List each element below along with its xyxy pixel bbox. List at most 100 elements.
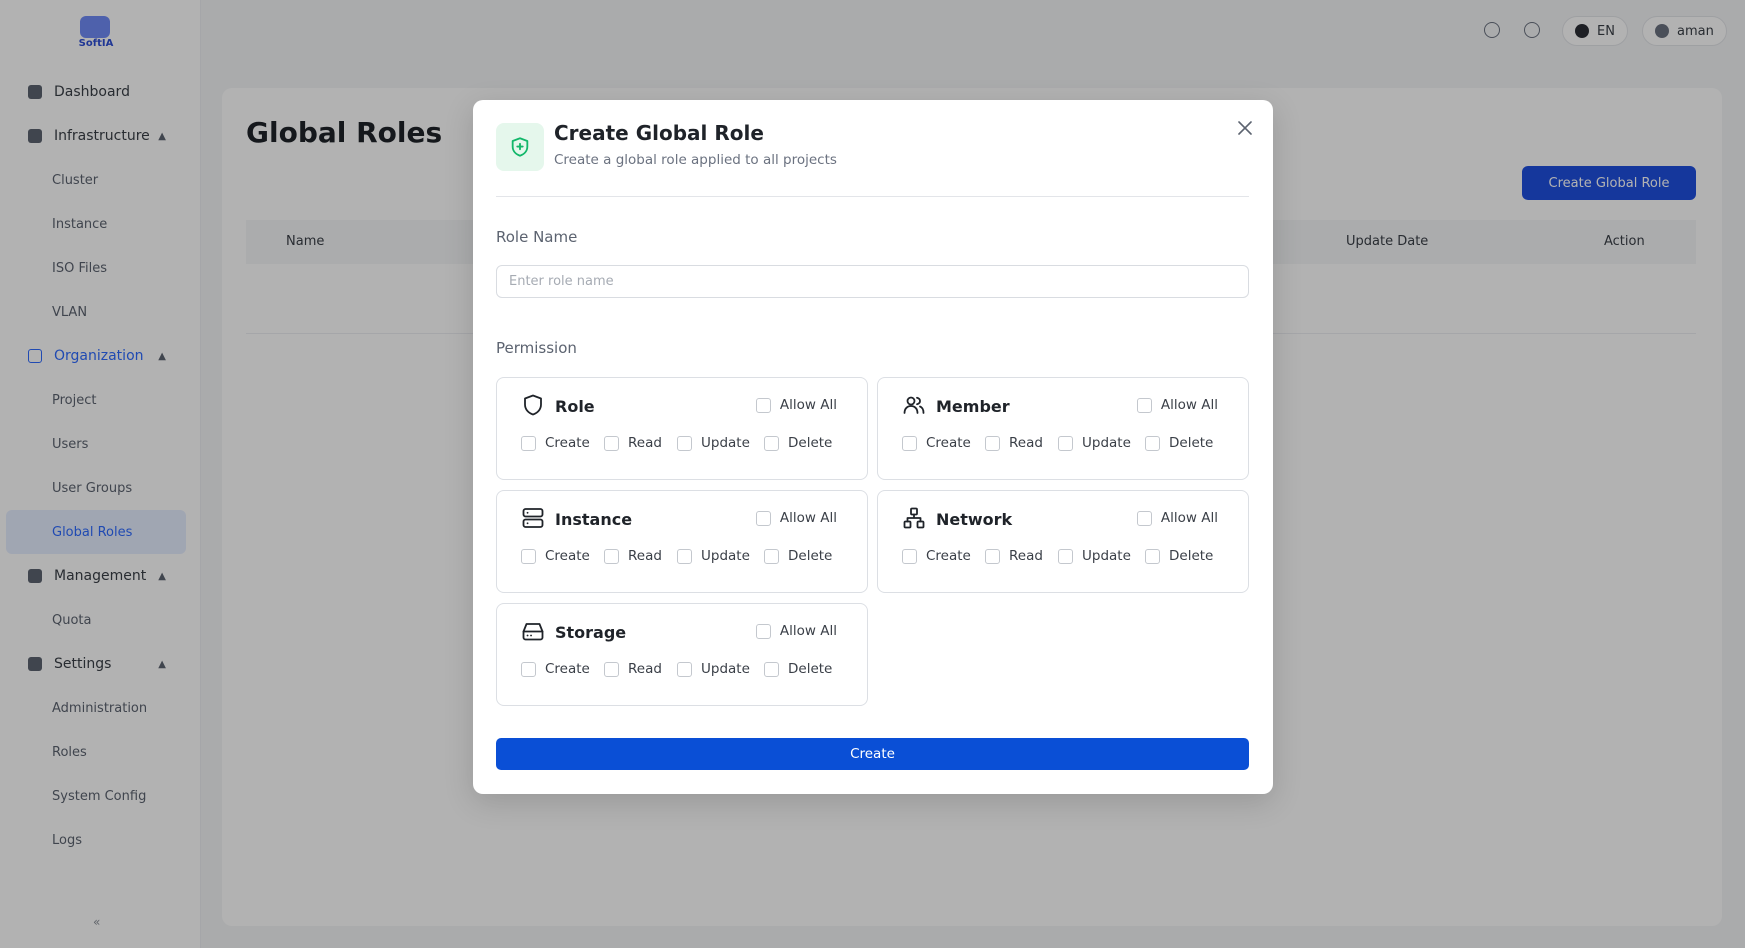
- read-checkbox[interactable]: [604, 435, 619, 451]
- allow-all-option[interactable]: Allow All: [755, 510, 837, 526]
- delete-checkbox[interactable]: [764, 548, 779, 564]
- op-create[interactable]: Create: [902, 548, 985, 564]
- permission-name: Instance: [555, 510, 633, 529]
- create-checkbox[interactable]: [902, 435, 917, 451]
- users-icon: [903, 396, 925, 414]
- op-label: Delete: [1169, 548, 1214, 564]
- op-label: Create: [926, 548, 971, 564]
- op-update[interactable]: Update: [1058, 548, 1145, 564]
- op-read[interactable]: Read: [604, 661, 677, 677]
- allow-all-label: Allow All: [1160, 510, 1218, 526]
- permission-name: Storage: [555, 623, 627, 642]
- op-read[interactable]: Read: [985, 548, 1058, 564]
- op-delete[interactable]: Delete: [1145, 435, 1213, 451]
- update-checkbox[interactable]: [677, 435, 692, 451]
- update-checkbox[interactable]: [677, 661, 692, 677]
- read-checkbox[interactable]: [604, 661, 619, 677]
- op-delete[interactable]: Delete: [764, 661, 832, 677]
- permission-ops: Create Read Update Delete: [521, 435, 832, 451]
- allow-all-option[interactable]: Allow All: [755, 397, 837, 413]
- op-label: Update: [1082, 548, 1131, 564]
- op-delete[interactable]: Delete: [764, 548, 832, 564]
- permission-card-role: Role Allow All Create Read Update Delete: [496, 377, 868, 480]
- permission-name: Member: [936, 397, 1010, 416]
- permission-ops: Create Read Update Delete: [521, 548, 832, 564]
- delete-checkbox[interactable]: [1145, 435, 1160, 451]
- permission-ops: Create Read Update Delete: [902, 435, 1213, 451]
- op-label: Create: [545, 661, 590, 677]
- op-label: Delete: [1169, 435, 1214, 451]
- allow-all-label: Allow All: [779, 397, 837, 413]
- dialog-subtitle: Create a global role applied to all proj…: [554, 152, 837, 168]
- op-read[interactable]: Read: [604, 435, 677, 451]
- close-icon[interactable]: [1233, 116, 1257, 140]
- permission-name: Network: [936, 510, 1013, 529]
- op-label: Create: [545, 548, 590, 564]
- permission-label: Permission: [496, 339, 577, 357]
- op-read[interactable]: Read: [985, 435, 1058, 451]
- create-checkbox[interactable]: [902, 548, 917, 564]
- op-create[interactable]: Create: [521, 548, 604, 564]
- allow-all-checkbox[interactable]: [1136, 510, 1152, 526]
- permission-card-network: Network Allow All Create Read Update Del…: [877, 490, 1249, 593]
- op-update[interactable]: Update: [677, 548, 764, 564]
- update-checkbox[interactable]: [677, 548, 692, 564]
- shield-plus-icon: [496, 123, 544, 171]
- op-create[interactable]: Create: [521, 661, 604, 677]
- hard-drive-icon: [522, 623, 544, 641]
- create-checkbox[interactable]: [521, 435, 536, 451]
- op-label: Create: [545, 435, 590, 451]
- op-label: Update: [701, 548, 750, 564]
- op-delete[interactable]: Delete: [764, 435, 832, 451]
- allow-all-checkbox[interactable]: [755, 397, 771, 413]
- op-update[interactable]: Update: [677, 435, 764, 451]
- op-label: Read: [1009, 548, 1043, 564]
- allow-all-label: Allow All: [779, 510, 837, 526]
- dialog-title: Create Global Role: [554, 121, 764, 145]
- role-name-label: Role Name: [496, 228, 578, 246]
- role-name-input[interactable]: [496, 265, 1249, 298]
- update-checkbox[interactable]: [1058, 435, 1073, 451]
- delete-checkbox[interactable]: [764, 435, 779, 451]
- network-icon: [903, 507, 925, 529]
- op-read[interactable]: Read: [604, 548, 677, 564]
- op-label: Read: [628, 435, 662, 451]
- op-delete[interactable]: Delete: [1145, 548, 1213, 564]
- op-label: Update: [1082, 435, 1131, 451]
- read-checkbox[interactable]: [985, 548, 1000, 564]
- allow-all-checkbox[interactable]: [755, 623, 771, 639]
- op-label: Delete: [788, 548, 833, 564]
- op-label: Update: [701, 435, 750, 451]
- op-update[interactable]: Update: [677, 661, 764, 677]
- allow-all-option[interactable]: Allow All: [1136, 510, 1218, 526]
- permission-card-instance: Instance Allow All Create Read Update De…: [496, 490, 868, 593]
- create-checkbox[interactable]: [521, 661, 536, 677]
- allow-all-option[interactable]: Allow All: [1136, 397, 1218, 413]
- shield-icon: [524, 394, 542, 416]
- allow-all-option[interactable]: Allow All: [755, 623, 837, 639]
- op-create[interactable]: Create: [521, 435, 604, 451]
- server-icon: [522, 508, 544, 528]
- op-update[interactable]: Update: [1058, 435, 1145, 451]
- permission-ops: Create Read Update Delete: [521, 661, 832, 677]
- read-checkbox[interactable]: [604, 548, 619, 564]
- op-label: Read: [1009, 435, 1043, 451]
- permission-name: Role: [555, 397, 595, 416]
- delete-checkbox[interactable]: [1145, 548, 1160, 564]
- op-label: Update: [701, 661, 750, 677]
- create-global-role-dialog: Create Global Role Create a global role …: [473, 100, 1273, 794]
- op-label: Delete: [788, 435, 833, 451]
- update-checkbox[interactable]: [1058, 548, 1073, 564]
- permission-card-member: Member Allow All Create Read Update Dele…: [877, 377, 1249, 480]
- create-submit-button[interactable]: Create: [496, 738, 1249, 770]
- op-label: Delete: [788, 661, 833, 677]
- create-checkbox[interactable]: [521, 548, 536, 564]
- allow-all-label: Allow All: [779, 623, 837, 639]
- op-create[interactable]: Create: [902, 435, 985, 451]
- read-checkbox[interactable]: [985, 435, 1000, 451]
- allow-all-checkbox[interactable]: [755, 510, 771, 526]
- allow-all-checkbox[interactable]: [1136, 397, 1152, 413]
- delete-checkbox[interactable]: [764, 661, 779, 677]
- op-label: Read: [628, 661, 662, 677]
- permission-ops: Create Read Update Delete: [902, 548, 1213, 564]
